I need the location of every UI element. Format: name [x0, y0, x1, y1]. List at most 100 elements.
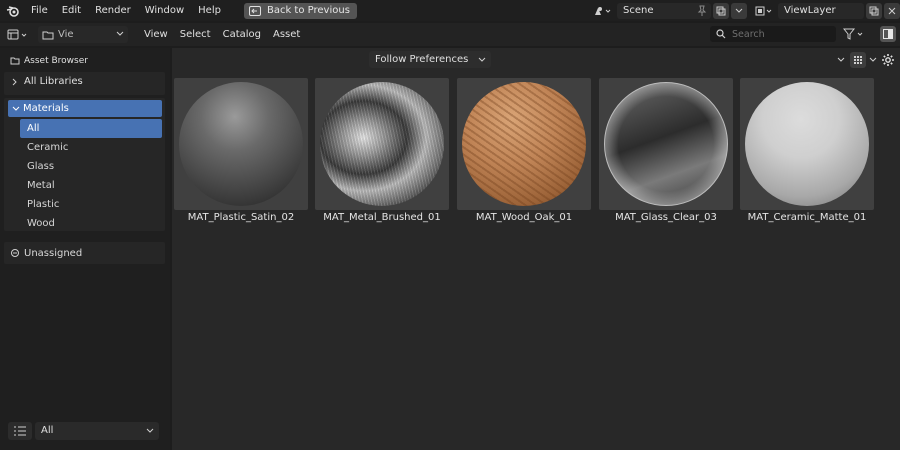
scene-name-field[interactable]: Scene: [617, 2, 711, 19]
catalog-item-metal[interactable]: Metal: [20, 176, 162, 195]
back-to-previous-button[interactable]: Back to Previous: [243, 2, 357, 19]
menu-edit[interactable]: Edit: [55, 0, 88, 21]
view-layer-name-field[interactable]: ViewLayer: [778, 2, 864, 19]
asset-name: MAT_Metal_Brushed_01: [323, 212, 441, 223]
asset-grid-area: Follow Preferences MAT_Plastic_Satin_02 …: [172, 48, 900, 450]
editor-type-selector[interactable]: [4, 26, 34, 44]
chevron-down-icon: [735, 8, 743, 13]
editor-header: Vie View Select Catalog Asset: [0, 23, 900, 46]
asset-preview: [315, 78, 449, 210]
close-icon: [888, 7, 896, 14]
view-layer-icon[interactable]: [752, 2, 776, 19]
catalog-item-all[interactable]: All: [20, 119, 162, 138]
filter-button[interactable]: [842, 26, 868, 42]
top-menu-bar: File Edit Render Window Help Back to Pre…: [0, 0, 900, 21]
plastic-sphere-preview: [179, 82, 303, 206]
menu-file[interactable]: File: [24, 0, 55, 21]
asset-tile[interactable]: MAT_Wood_Oak_01: [457, 78, 591, 230]
toggle-sidebar-button[interactable]: [880, 26, 896, 42]
list-icon: [14, 426, 26, 436]
asset-preview: [174, 78, 308, 210]
asset-preview: [457, 78, 591, 210]
chevron-right-icon: [12, 78, 17, 85]
display-mode-dropdown[interactable]: Vie: [38, 26, 128, 43]
chevron-down-icon: [837, 57, 845, 62]
catalog-item-wood[interactable]: Wood: [20, 214, 162, 233]
folder-icon: [42, 31, 54, 39]
metal-sphere-preview: [320, 82, 444, 206]
sidebar-icon: [883, 29, 893, 39]
all-libraries-label: All Libraries: [24, 76, 83, 87]
scene-selector: Scene: [591, 2, 747, 19]
asset-tile[interactable]: MAT_Glass_Clear_03: [599, 78, 733, 230]
search-field[interactable]: [710, 26, 836, 42]
scene-icon[interactable]: [591, 2, 615, 19]
editor-type-icon: [7, 29, 27, 39]
wood-sphere-preview: [462, 82, 586, 206]
import-method-row: All: [8, 422, 160, 440]
new-scene-button[interactable]: [713, 2, 729, 19]
display-settings-button[interactable]: [834, 51, 848, 68]
menu-select[interactable]: Select: [174, 23, 217, 46]
menu-window[interactable]: Window: [138, 0, 191, 21]
new-view-layer-button[interactable]: [866, 2, 882, 19]
catalog-item-ceramic[interactable]: Ceramic: [20, 138, 162, 157]
library-panel: All Libraries: [4, 72, 165, 95]
chevron-down-icon: [869, 57, 877, 62]
settings-button[interactable]: [879, 51, 897, 68]
asset-name: MAT_Plastic_Satin_02: [187, 212, 295, 223]
asset-tile[interactable]: MAT_Plastic_Satin_02: [174, 78, 308, 230]
ceramic-sphere-preview: [745, 82, 869, 206]
back-to-previous-label: Back to Previous: [266, 5, 350, 16]
asset-name: MAT_Wood_Oak_01: [475, 212, 573, 223]
asset-name: MAT_Glass_Clear_03: [615, 212, 717, 223]
view-layer-selector: ViewLayer: [752, 2, 900, 19]
chevron-down-icon: [116, 31, 124, 36]
catalog-tree-panel: Materials All Ceramic Glass Metal Plasti…: [4, 98, 165, 231]
search-icon: [716, 29, 726, 39]
back-arrow-icon: [248, 5, 261, 16]
import-preference-dropdown[interactable]: Follow Preferences: [369, 51, 491, 68]
menu-asset[interactable]: Asset: [267, 23, 306, 46]
asset-name: MAT_Ceramic_Matte_01: [747, 212, 867, 223]
search-input[interactable]: [732, 28, 828, 40]
blender-logo-icon[interactable]: [2, 0, 24, 21]
asset-tile[interactable]: MAT_Metal_Brushed_01: [315, 78, 449, 230]
catalog-sidebar: Asset Browser All Libraries Materials Al…: [0, 48, 170, 450]
chevron-down-icon: [12, 106, 20, 111]
asset-tile[interactable]: MAT_Ceramic_Matte_01: [740, 78, 874, 230]
menu-catalog[interactable]: Catalog: [217, 23, 267, 46]
catalog-item-plastic[interactable]: Plastic: [20, 195, 162, 214]
view-options-button[interactable]: [866, 51, 880, 68]
unassigned-item[interactable]: Unassigned: [4, 242, 165, 264]
duplicate-icon: [869, 6, 879, 15]
view-layer-name: ViewLayer: [784, 4, 836, 16]
filter-icon: [843, 28, 863, 40]
catalog-item-glass[interactable]: Glass: [20, 157, 162, 176]
remove-scene-button[interactable]: [731, 2, 747, 19]
duplicate-icon: [716, 6, 726, 15]
gear-icon: [882, 53, 894, 66]
import-method-value: All: [41, 425, 54, 436]
menu-render[interactable]: Render: [88, 0, 138, 21]
thumbnail-view-button[interactable]: [850, 51, 866, 68]
menu-help[interactable]: Help: [191, 0, 228, 21]
catalog-materials[interactable]: Materials: [8, 100, 162, 117]
asset-browser-icon: [10, 57, 20, 65]
all-libraries-item[interactable]: All Libraries: [4, 72, 165, 91]
chevron-down-icon: [146, 428, 154, 433]
grid-icon: [854, 55, 862, 64]
remove-view-layer-button[interactable]: [884, 2, 900, 19]
display-controls: [834, 51, 880, 68]
unassigned-icon: [11, 249, 19, 257]
import-preference-value: Follow Preferences: [375, 54, 469, 65]
glass-sphere-preview: [604, 82, 728, 206]
import-method-dropdown[interactable]: All: [35, 422, 159, 440]
pin-icon[interactable]: [697, 5, 707, 17]
list-options-button[interactable]: [8, 422, 32, 440]
asset-preview: [740, 78, 874, 210]
asset-preview: [599, 78, 733, 210]
menu-view[interactable]: View: [138, 23, 174, 46]
chevron-down-icon: [478, 57, 486, 62]
unassigned-label: Unassigned: [24, 247, 83, 259]
